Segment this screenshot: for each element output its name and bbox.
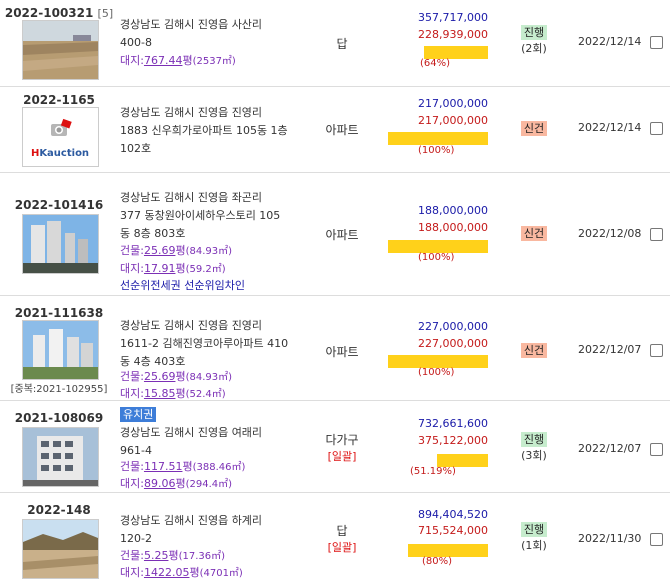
address[interactable]: 경상남도 김해시 진영읍 진영리 1883 신우희가로아파트 105동 1층 102…: [120, 104, 310, 158]
status-badge: 신건: [520, 121, 548, 136]
select-checkbox[interactable]: [650, 344, 663, 357]
address[interactable]: 경상남도 김해시 진영읍 좌곤리 377 동창원아이세하우스토리 105 동 8층 …: [120, 189, 310, 243]
property-photo[interactable]: [22, 519, 99, 579]
case-number[interactable]: 2021-111638: [0, 306, 118, 320]
building-area: 건물:117.51평(388.46㎡): [120, 460, 246, 473]
auction-row[interactable]: 2021-111638 [중복:2021-102955] 경상남도 김해시 진영…: [0, 295, 670, 401]
ratio-percent: (100%): [418, 367, 455, 378]
property-type: 다가구 [일괄]: [310, 431, 374, 464]
appraisal-price: 894,404,520: [418, 508, 488, 521]
select-checkbox[interactable]: [650, 122, 663, 135]
svg-text:HKauction: HKauction: [31, 148, 89, 159]
property-photo[interactable]: HKauction: [22, 107, 99, 167]
ratio-percent: (80%): [422, 556, 453, 567]
minimum-price: 217,000,000: [418, 114, 488, 127]
duplicate-case[interactable]: [중복:2021-102955]: [0, 380, 118, 395]
minimum-price: 715,524,000: [418, 524, 488, 537]
address[interactable]: 경상남도 김해시 진영읍 하계리 120-2: [120, 512, 310, 548]
status-badge: 신건: [520, 343, 548, 358]
status: 진행 (1회): [520, 522, 548, 552]
property-type: 아파트: [325, 345, 359, 359]
land-area: 대지:17.91평(59.2㎡): [120, 262, 226, 275]
sale-date: 2022/12/14: [578, 35, 642, 48]
appraisal-price: 188,000,000: [418, 204, 488, 217]
minimum-price: 375,122,000: [418, 434, 488, 447]
land-area: 대지:767.44평(2537㎡): [120, 54, 236, 67]
building-area: 건물:5.25평(17.36㎡): [120, 549, 226, 562]
case-number[interactable]: 2022-148: [0, 503, 118, 517]
appraisal-price: 227,000,000: [418, 320, 488, 333]
status-badge: 신건: [520, 226, 548, 241]
land-area: 대지:1422.05평(4701㎡): [120, 566, 243, 579]
appraisal-price: 357,717,000: [418, 11, 488, 24]
building-area: 건물:25.69평(84.93㎡): [120, 244, 233, 257]
status: 진행 (3회): [520, 432, 548, 462]
property-photo[interactable]: [22, 214, 99, 274]
property-type: 아파트: [325, 228, 359, 242]
sale-date: 2022/12/07: [578, 343, 642, 356]
auction-row[interactable]: 2022-148 경상남도 김해시 진영읍 하계리 120-2 건물:5.25평(…: [0, 492, 670, 580]
bulk-sale-note: [일괄]: [327, 450, 357, 463]
ratio-percent: (100%): [418, 145, 455, 156]
building-area: 건물:25.69평(84.93㎡): [120, 370, 233, 383]
appraisal-price: 217,000,000: [418, 97, 488, 110]
address[interactable]: 경상남도 김해시 진영읍 진영리 1611-2 김해진영코아루아파트 410 동 4…: [120, 317, 310, 371]
land-area: 대지:89.06평(294.4㎡): [120, 477, 233, 490]
select-checkbox[interactable]: [650, 228, 663, 241]
auction-row[interactable]: 2021-108069 유치권 경상남도 김해시 진영읍 여래리 961-4 건물…: [0, 400, 670, 493]
rights-note: 선순위전세권 선순위임차인: [120, 279, 245, 292]
status-badge: 진행: [520, 432, 548, 447]
select-checkbox[interactable]: [650, 443, 663, 456]
ratio-percent: (100%): [418, 252, 455, 263]
status: 진행 (2회): [520, 25, 548, 55]
status: 신건: [512, 343, 556, 358]
auction-row[interactable]: 2022-101416 경상남도 김해시 진영읍 좌곤리 377 동창원아이세하우…: [0, 172, 670, 296]
status: 신건: [512, 226, 556, 241]
case-number[interactable]: 2022-1165: [0, 93, 118, 107]
case-number[interactable]: 2021-108069: [0, 411, 118, 425]
sale-date: 2022/12/08: [578, 227, 642, 240]
minimum-price: 228,939,000: [418, 28, 488, 41]
ratio-percent: (51.19%): [410, 466, 456, 477]
case-number[interactable]: 2022-100321 [5]: [0, 6, 118, 20]
auction-row[interactable]: 2022-1165 HKauction 경상남도 김해시 진영읍 진영리 1883…: [0, 86, 670, 173]
property-photo[interactable]: [22, 20, 99, 80]
select-checkbox[interactable]: [650, 533, 663, 546]
property-type: 답: [336, 37, 348, 51]
property-photo[interactable]: [22, 427, 99, 487]
status-badge: 진행: [520, 25, 548, 40]
property-type: 답 [일괄]: [310, 522, 374, 555]
minimum-price: 188,000,000: [418, 221, 488, 234]
auction-row[interactable]: 2022-100321 [5] 경상남도 김해시 진영읍 사산리 400-8 대지…: [0, 0, 670, 87]
property-type: 아파트: [325, 123, 359, 137]
case-number[interactable]: 2022-101416: [0, 198, 118, 212]
status-badge: 진행: [520, 522, 548, 537]
sale-date: 2022/12/14: [578, 121, 642, 134]
status: 신건: [512, 121, 556, 136]
appraisal-price: 732,661,600: [418, 417, 488, 430]
property-photo[interactable]: [22, 320, 99, 380]
lien-tag: 유치권: [120, 407, 157, 422]
sale-date: 2022/12/07: [578, 442, 642, 455]
land-area: 대지:15.85평(52.4㎡): [120, 387, 226, 400]
address[interactable]: 유치권 경상남도 김해시 진영읍 여래리 961-4: [120, 406, 310, 460]
ratio-bar: [388, 132, 488, 145]
sale-date: 2022/11/30: [578, 532, 642, 545]
bulk-sale-note: [일괄]: [327, 541, 357, 554]
ratio-percent: (64%): [420, 58, 451, 69]
address[interactable]: 경상남도 김해시 진영읍 사산리 400-8: [120, 16, 310, 52]
minimum-price: 227,000,000: [418, 337, 488, 350]
select-checkbox[interactable]: [650, 36, 663, 49]
